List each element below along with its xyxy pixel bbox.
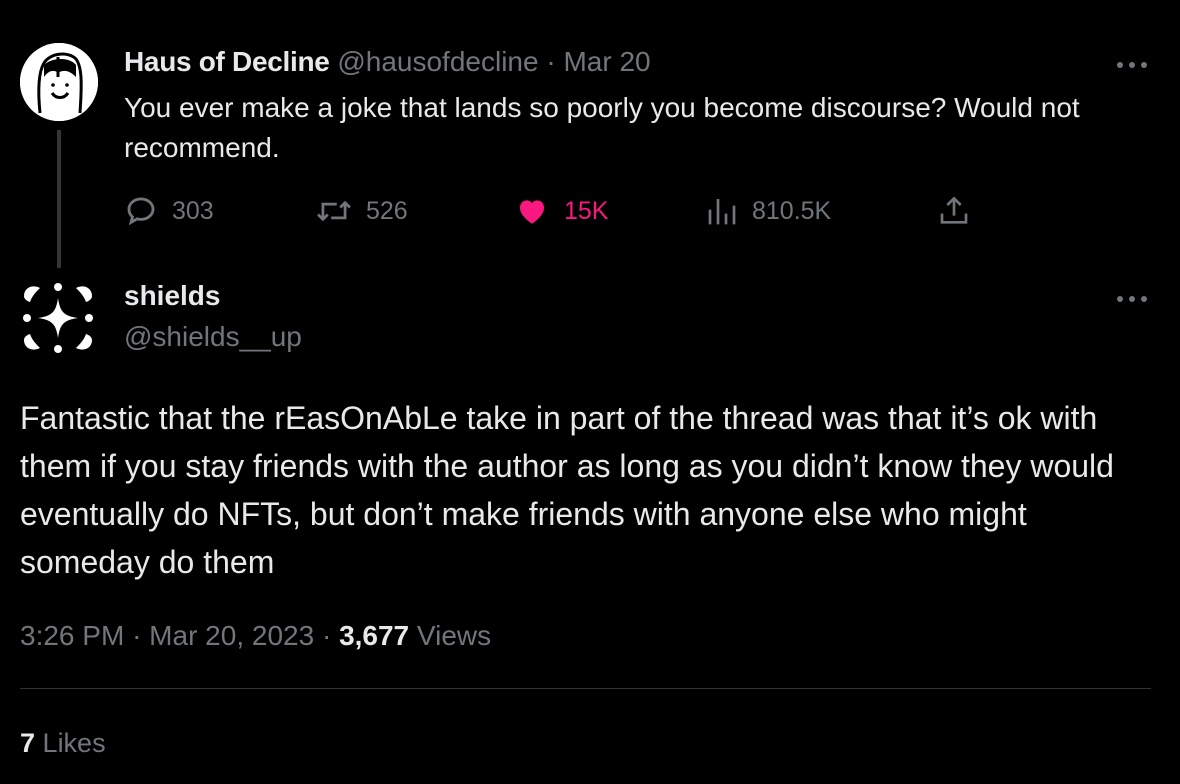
separator: · <box>321 620 332 651</box>
cartoon-face-icon <box>20 43 98 121</box>
share-icon <box>940 196 968 224</box>
separator: · <box>132 620 142 651</box>
like-count: 15K <box>564 196 609 225</box>
analytics-icon <box>708 199 736 225</box>
likes-link[interactable]: 7 Likes <box>20 726 106 760</box>
display-name[interactable]: Haus of Decline <box>124 46 330 77</box>
views-label: Views <box>416 620 492 651</box>
handle[interactable]: @hausofdecline <box>337 46 538 77</box>
likes-count: 7 <box>20 728 36 758</box>
parent-tweet-text: You ever make a joke that lands so poorl… <box>124 92 1080 163</box>
more-options-button[interactable] <box>1116 50 1148 70</box>
heart-icon <box>519 200 545 224</box>
ellipsis-icon <box>1117 296 1147 302</box>
share-button[interactable] <box>938 190 970 232</box>
thread-line <box>57 130 61 268</box>
display-name[interactable]: shields <box>124 279 220 313</box>
tweet-date[interactable]: Mar 20, 2023 <box>149 620 314 651</box>
view-count: 810.5K <box>752 196 832 225</box>
reply-count: 303 <box>172 196 214 225</box>
handle[interactable]: @shields__up <box>124 320 302 354</box>
more-options-button[interactable] <box>1116 284 1148 304</box>
tweet-time[interactable]: 3:26 PM <box>20 620 124 651</box>
reply-button[interactable]: 303 <box>124 190 214 232</box>
tweet-text: Fantastic that the rEasOnAbLe take in pa… <box>20 400 1114 580</box>
likes-label: Likes <box>42 728 106 758</box>
views-count: 3,677 <box>339 620 410 651</box>
retweet-icon <box>317 200 351 222</box>
views-button[interactable]: 810.5K <box>706 190 831 232</box>
ellipsis-icon <box>1117 62 1147 68</box>
avatar[interactable] <box>22 282 94 354</box>
retweet-count: 526 <box>366 196 408 225</box>
parent-tweet-header: Haus of Decline @hausofdecline · Mar 20 <box>124 45 651 79</box>
like-button[interactable]: 15K <box>514 190 608 232</box>
tweet-date[interactable]: Mar 20 <box>563 46 650 77</box>
avatar[interactable] <box>20 43 98 121</box>
retweet-button[interactable]: 526 <box>316 190 408 232</box>
tweet-meta: 3:26 PM · Mar 20, 2023 · 3,677 Views <box>20 618 491 654</box>
reply-icon <box>127 197 155 226</box>
divider <box>20 688 1151 689</box>
sparkle-logo-icon <box>23 283 93 353</box>
separator: · <box>546 46 556 77</box>
